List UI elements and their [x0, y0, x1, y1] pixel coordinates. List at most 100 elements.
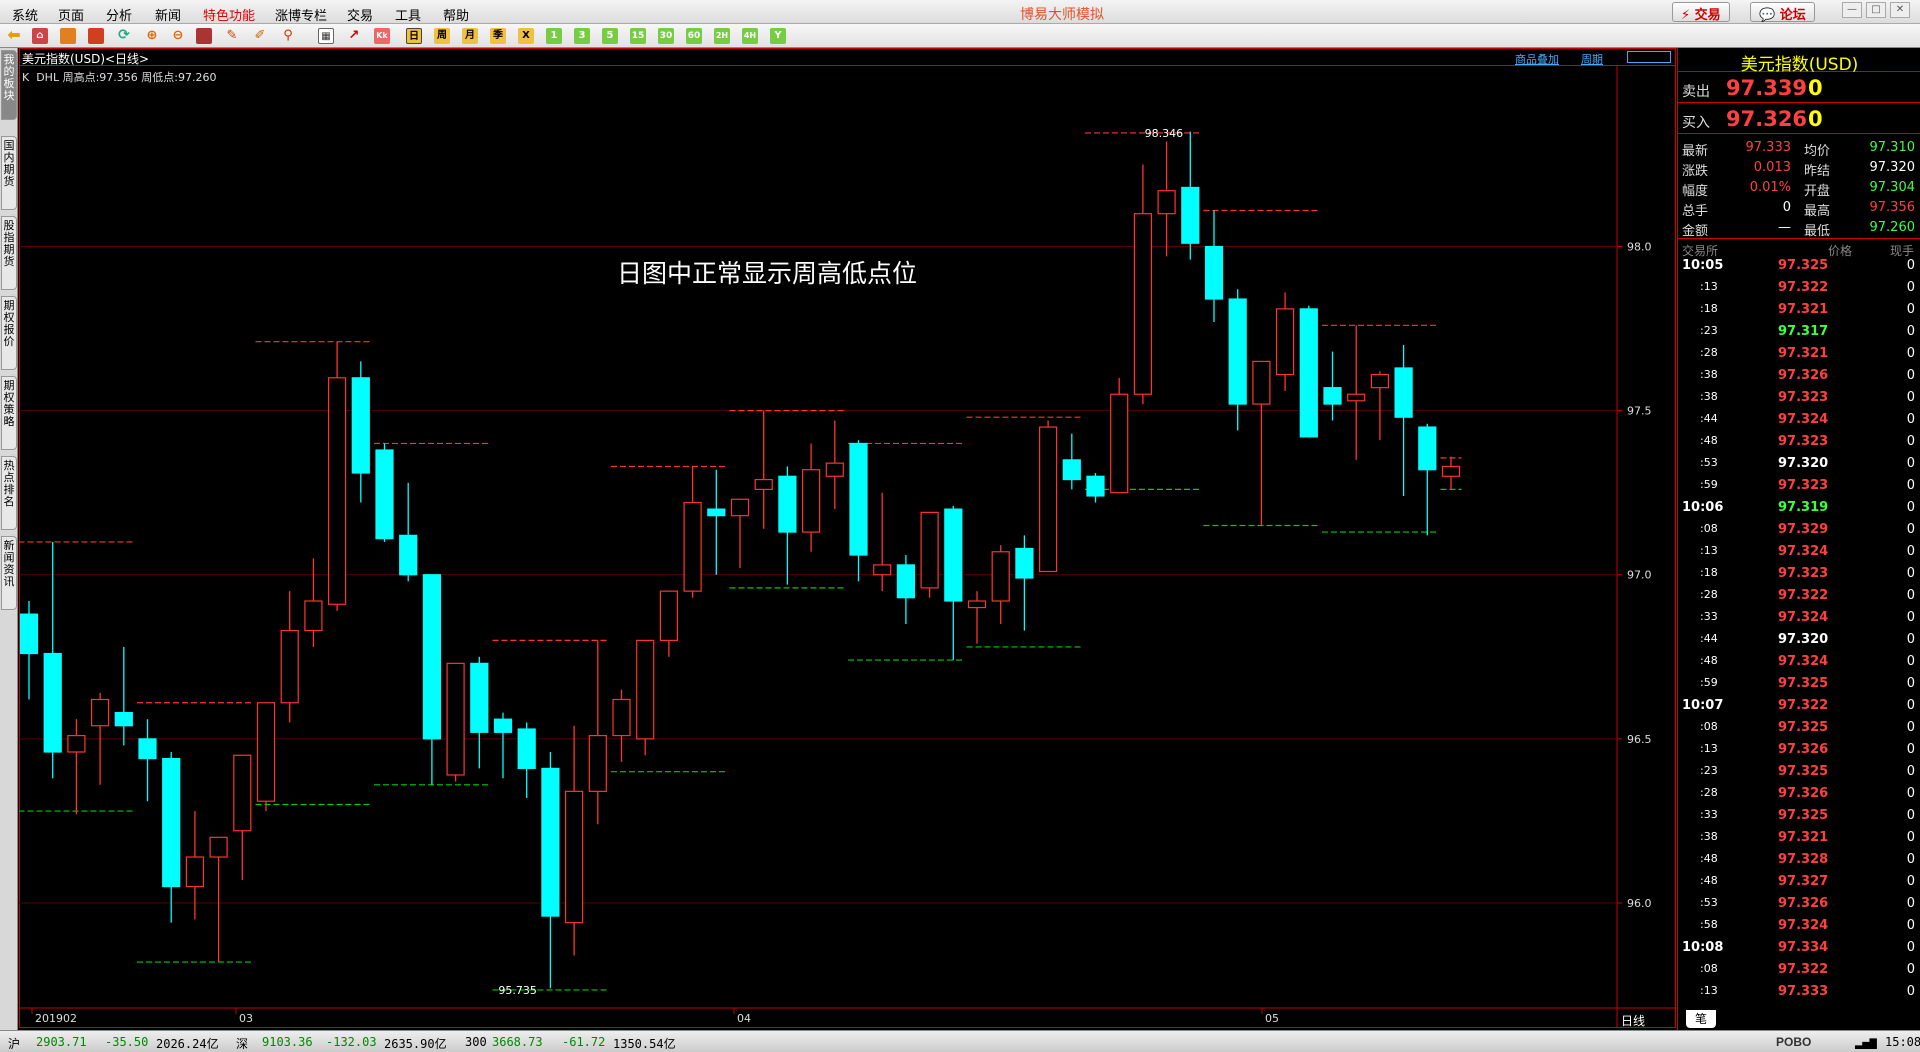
day-period-icon[interactable]: 日	[406, 28, 422, 44]
home-icon[interactable]: ⌂	[32, 28, 48, 44]
tick-volume: 0	[1906, 940, 1915, 955]
candle-body	[1204, 245, 1224, 300]
table-icon[interactable]: ▦	[318, 28, 334, 44]
overlay-link[interactable]: 商品叠加	[1515, 51, 1559, 67]
menu-news[interactable]: 新闻	[155, 5, 181, 24]
chart-area[interactable]: 98.0 97.5 97.0 96.5 96.0 201902 03 04 05 98.346 95…	[19, 48, 1676, 1028]
min5-icon[interactable]: 5	[602, 28, 618, 44]
tick-time: 10:06	[1682, 500, 1724, 515]
maximize-button[interactable]: □	[1866, 2, 1886, 18]
trade-button[interactable]: ⚡ 交易	[1672, 2, 1730, 23]
tick-time: :38	[1700, 368, 1718, 381]
zoom-out-icon[interactable]: ⊖	[170, 28, 186, 44]
tick-time: :59	[1700, 478, 1718, 491]
menu-page[interactable]: 页面	[58, 5, 84, 24]
window-icon[interactable]	[196, 28, 212, 44]
tick-price: 97.327	[1778, 874, 1829, 889]
tick-time: :23	[1700, 324, 1718, 337]
brand-logo: POBO	[1776, 1035, 1812, 1049]
tick-row: :58 97.324 0	[1678, 918, 1920, 936]
sh-label: 沪	[8, 1037, 21, 1051]
hour2-icon[interactable]: 2H	[714, 28, 730, 44]
refresh-icon[interactable]: ⟳	[116, 28, 132, 44]
candle-body	[1062, 459, 1081, 481]
candle-body	[1181, 186, 1200, 244]
menu-analysis[interactable]: 分析	[106, 5, 132, 24]
ticks-tab[interactable]: 笔	[1686, 1010, 1716, 1028]
tick-volume: 0	[1906, 676, 1915, 691]
y-tick-label: 97.0	[1627, 569, 1652, 582]
filter-icon[interactable]: ⚲	[280, 28, 296, 44]
candle-body	[162, 757, 181, 888]
year-icon[interactable]: Y	[770, 28, 786, 44]
tick-time: :08	[1700, 522, 1718, 535]
back-arrow-icon[interactable]: ⬅	[6, 27, 22, 44]
tab-index-futures[interactable]: 股指期货	[1, 216, 17, 290]
chart-title: 美元指数(USD)<日线>	[22, 52, 150, 66]
draw-tool-icon[interactable]: ✐	[252, 28, 268, 44]
menu-help[interactable]: 帮助	[443, 5, 469, 24]
min3-icon[interactable]: 3	[574, 28, 590, 44]
tab-option-strategy[interactable]: 期权策略	[1, 376, 17, 450]
tab-hot-ranking[interactable]: 热点排名	[1, 456, 17, 530]
candle-body	[1441, 465, 1461, 477]
tab-option-quotes[interactable]: 期权报价	[1, 296, 17, 370]
tick-time: :48	[1700, 852, 1718, 865]
chart-header: 美元指数(USD)<日线> 商品叠加 周期	[19, 48, 1676, 66]
tick-time: :33	[1700, 610, 1718, 623]
menu-features[interactable]: 特色功能	[203, 5, 255, 24]
clock-time: 15:08	[1885, 1035, 1920, 1049]
stat-label: 昨结	[1804, 164, 1831, 179]
week-period-icon[interactable]: 周	[434, 28, 450, 44]
tab-my-sectors[interactable]: 我的板块	[1, 50, 17, 120]
min30-icon[interactable]: 30	[658, 28, 674, 44]
candle-body	[328, 377, 347, 605]
minimize-button[interactable]: —	[1842, 2, 1862, 18]
candle-body	[304, 600, 323, 632]
forum-button[interactable]: 💬 论坛	[1750, 2, 1815, 23]
tick-price: 97.323	[1778, 478, 1829, 493]
tab-news[interactable]: 新闻资讯	[1, 536, 17, 610]
kline-chart[interactable]: 98.0 97.5 97.0 96.5 96.0 201902 03 04 05 98.346 95…	[19, 48, 1676, 1028]
min60-icon[interactable]: 60	[686, 28, 702, 44]
layout-toggle-icon[interactable]	[1627, 51, 1671, 63]
tab-domestic-futures[interactable]: 国内期货	[1, 136, 17, 210]
menu-tools[interactable]: 工具	[395, 5, 421, 24]
tick-row: :33 97.325 0	[1678, 808, 1920, 826]
candle-body	[1110, 393, 1129, 494]
news-icon[interactable]	[88, 28, 104, 44]
month-period-icon[interactable]: 月	[462, 28, 478, 44]
period-link[interactable]: 周期	[1581, 51, 1603, 67]
ask-row: 卖出 97.339 0	[1678, 75, 1920, 103]
tick-volume: 0	[1906, 280, 1915, 295]
toolbar: ⬅ ⌂ ⟳ ⊕ ⊖ ✎ ✐ ⚲ ▦ ↗ Kk 日 周 月 季 X 1 3 5 1…	[0, 24, 1920, 48]
min1-icon[interactable]: 1	[546, 28, 562, 44]
quarter-period-icon[interactable]: 季	[490, 28, 506, 44]
close-button[interactable]: ✕	[1890, 2, 1910, 18]
pencil-icon[interactable]: ✎	[224, 28, 240, 44]
menu-system[interactable]: 系统	[12, 5, 38, 24]
menu-trade[interactable]: 交易	[347, 5, 373, 24]
tick-price: 97.321	[1778, 830, 1829, 845]
kline-icon[interactable]: Kk	[374, 28, 390, 44]
status-bar: 沪 2903.71 -35.50 2026.24亿 深 9103.36 -132…	[0, 1030, 1920, 1052]
tick-time: 10:07	[1682, 698, 1724, 713]
hour4-icon[interactable]: 4H	[742, 28, 758, 44]
tick-row: :23 97.317 0	[1678, 324, 1920, 342]
tick-volume: 0	[1906, 566, 1915, 581]
cross-icon[interactable]: X	[518, 28, 534, 44]
zoom-in-icon[interactable]: ⊕	[144, 28, 160, 44]
candle-body	[1228, 298, 1247, 405]
folder-icon[interactable]	[60, 28, 76, 44]
menu-column[interactable]: 涨博专栏	[275, 5, 327, 24]
tick-row: :28 97.321 0	[1678, 346, 1920, 364]
stat-value: 97.333	[1745, 140, 1792, 155]
tick-row: :53 97.326 0	[1678, 896, 1920, 914]
indicator-line: K DHL 周高点:97.356 周低点:97.260	[22, 71, 217, 84]
line-chart-icon[interactable]: ↗	[346, 28, 362, 44]
candle-body	[1275, 308, 1295, 376]
ticks-header-volume: 现手	[1890, 244, 1915, 258]
tick-row: :13 97.326 0	[1678, 742, 1920, 760]
candle-body	[114, 711, 133, 727]
min15-icon[interactable]: 15	[630, 28, 646, 44]
